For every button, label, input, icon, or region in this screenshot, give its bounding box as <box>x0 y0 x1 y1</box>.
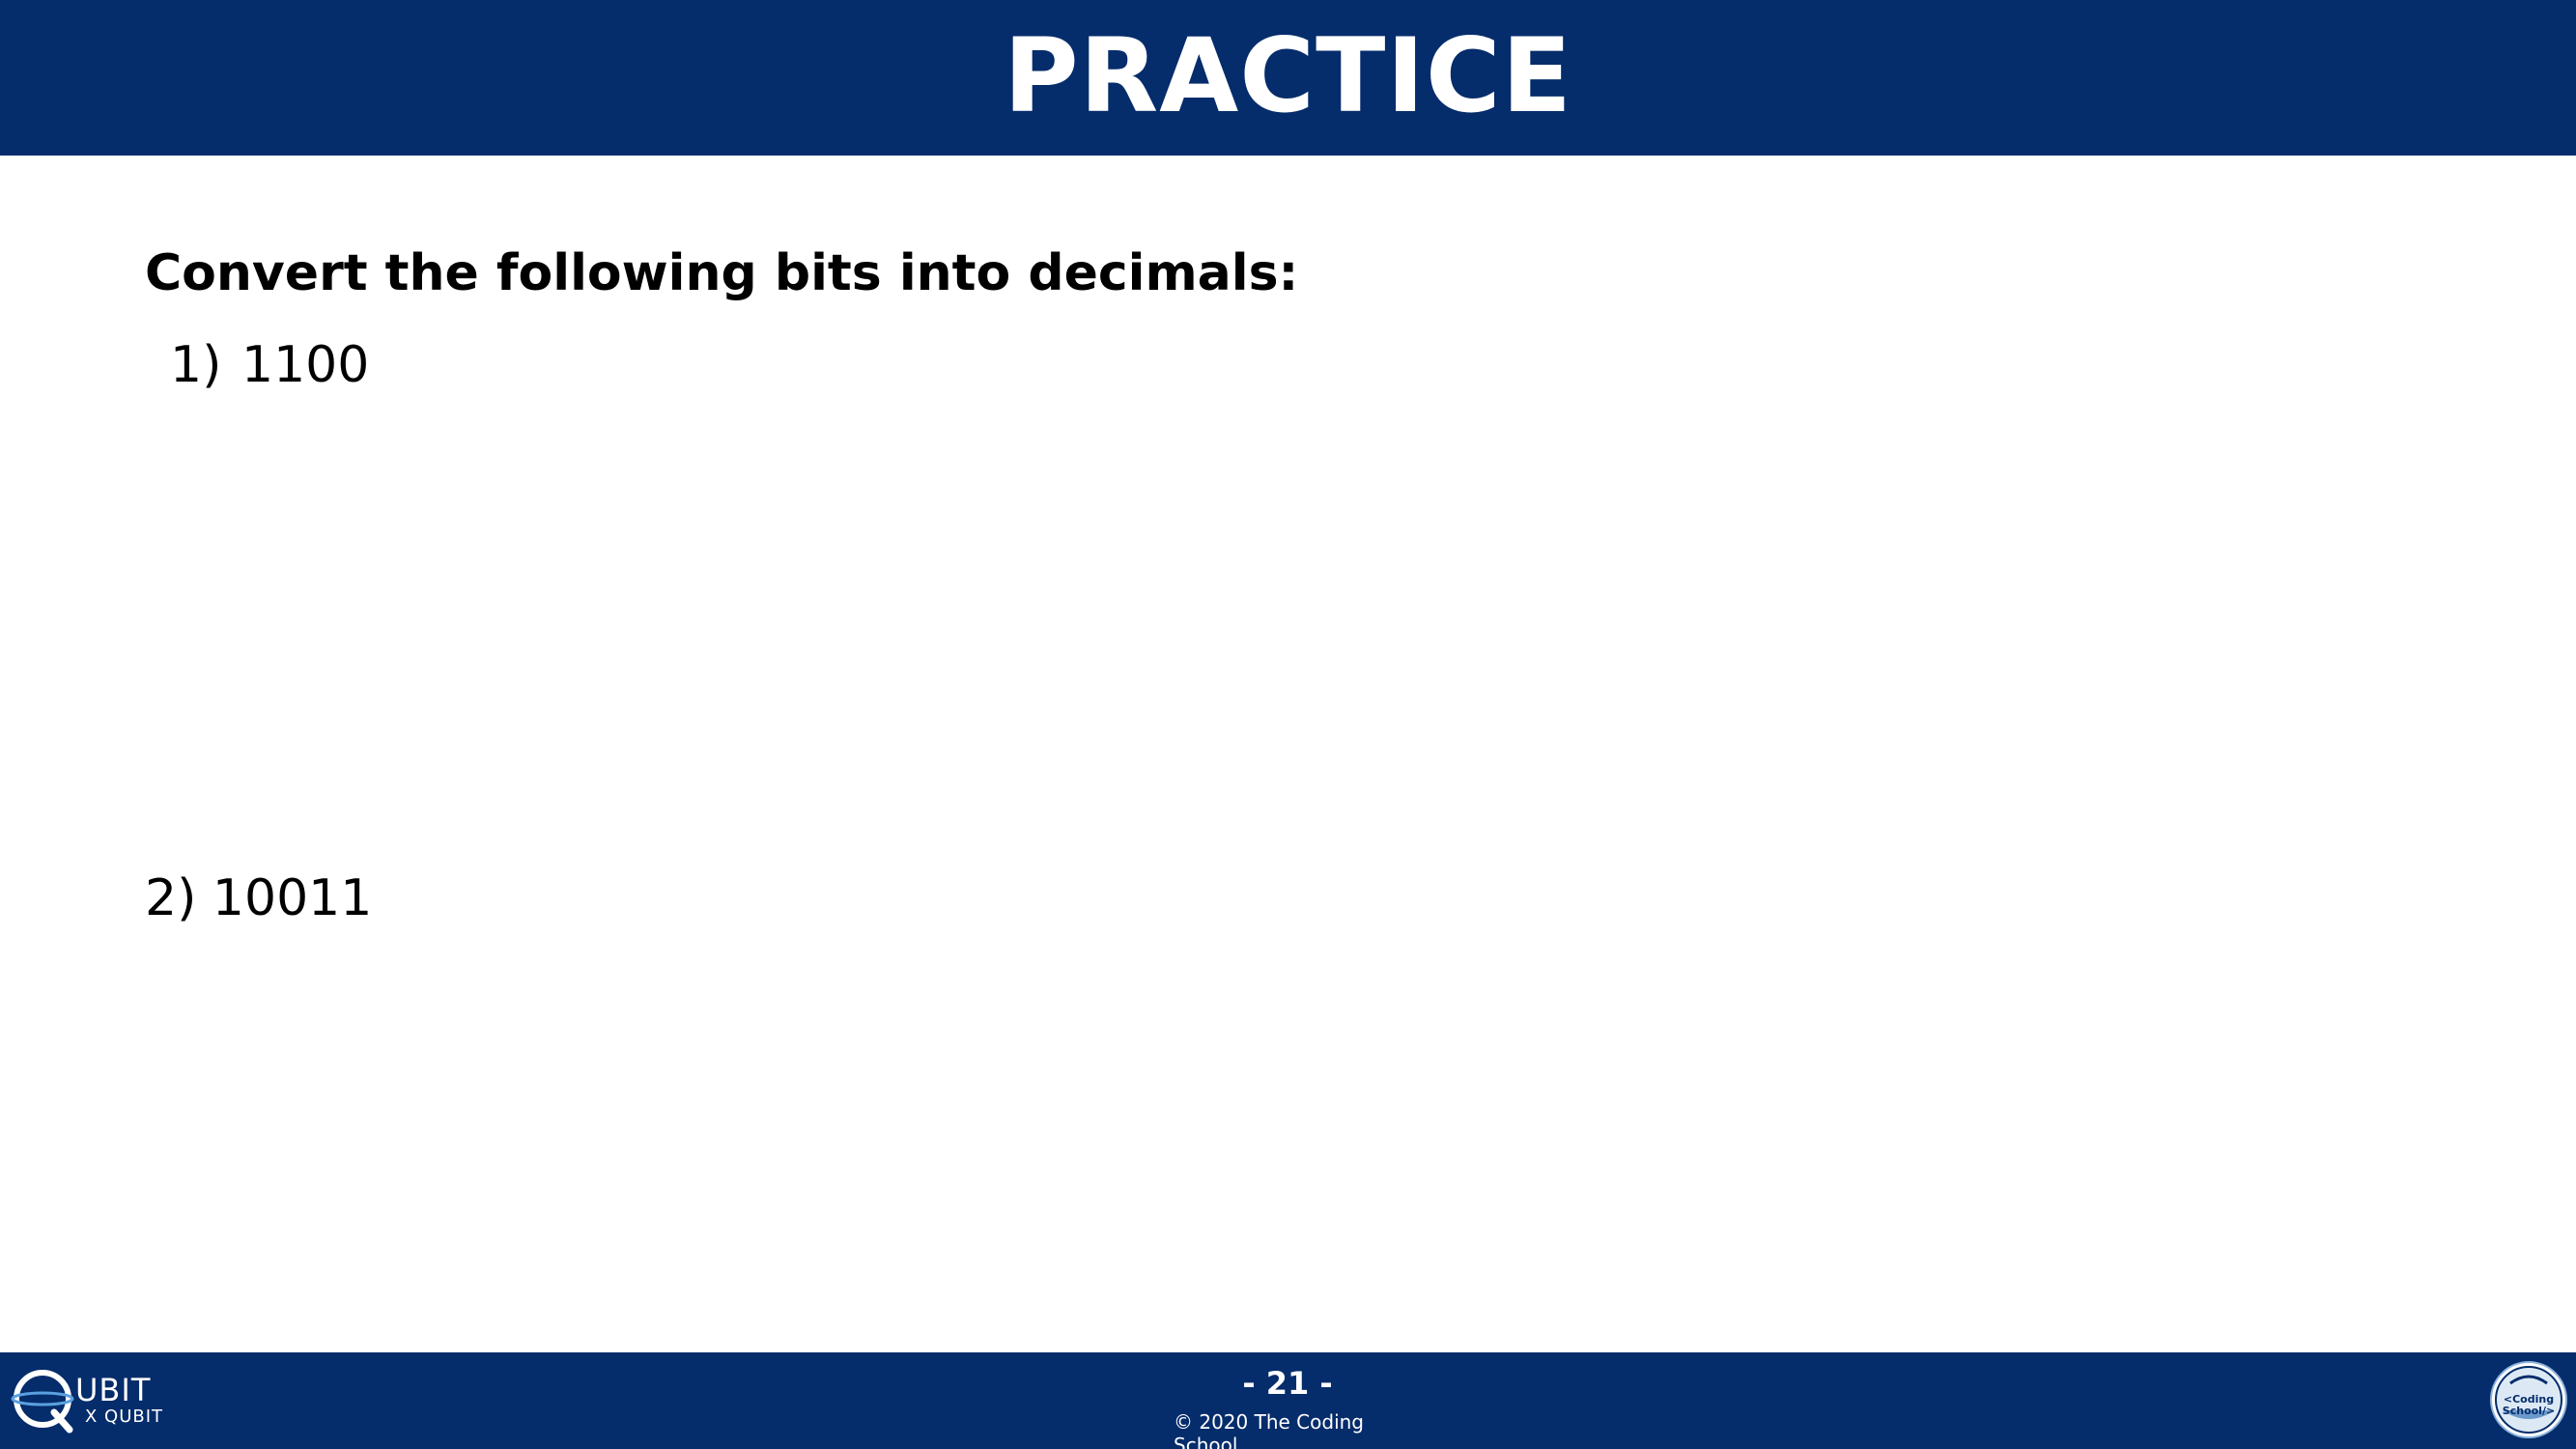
list-item-value: 1100 <box>241 336 370 394</box>
coding-school-logo-icon: <Coding School/> <box>2490 1361 2567 1438</box>
qubit-logo-icon <box>11 1370 74 1434</box>
slide-title: PRACTICE <box>1003 16 1573 135</box>
header-bar: PRACTICE <box>0 0 2576 156</box>
logo-sub: X QUBIT <box>85 1406 164 1427</box>
copyright-text: © 2020 The Coding School <box>1174 1410 1364 1449</box>
instruction-text: Convert the following bits into decimals… <box>145 244 1299 302</box>
slide: PRACTICE Convert the following bits into… <box>0 0 2576 1449</box>
page-number: - 21 - <box>1242 1365 1333 1402</box>
footer-bar: UBIT X QUBIT - 21 - © 2020 The Coding Sc… <box>0 1352 2576 1449</box>
qubit-logo: UBIT X QUBIT <box>8 1366 172 1434</box>
list-item-1: 1) 1100 <box>170 331 369 399</box>
list-item-2: 2) 10011 <box>145 869 373 927</box>
coding-school-logo-text-2: School/> <box>2503 1405 2555 1417</box>
list-item-number: 1) <box>170 336 222 394</box>
logo-word: UBIT <box>75 1372 152 1408</box>
